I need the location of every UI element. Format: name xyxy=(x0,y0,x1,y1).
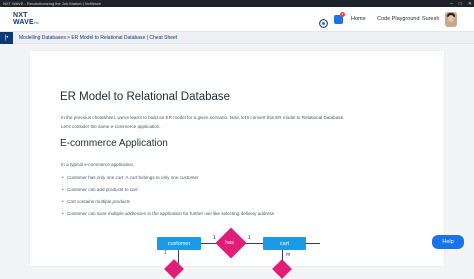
menu-icon: |• xyxy=(4,35,9,41)
er-diagram: customer has cart 1 1 1 m xyxy=(150,227,320,279)
entity-cart: cart xyxy=(263,237,306,250)
top-navigation: NXT WAVETM 1 Home Code Playground Suresh xyxy=(0,7,474,32)
section-intro: In a typical e-commerce application, xyxy=(61,162,135,167)
maximize-button[interactable]: □ xyxy=(459,1,462,7)
window-titlebar: NXT WAVE - Revolutionizing the Job Marke… xyxy=(0,0,474,7)
cardinality-customer-down: 1 xyxy=(164,250,167,256)
cardinality-right: 1 xyxy=(248,235,251,241)
sidebar-toggle-button[interactable]: |• xyxy=(0,32,13,44)
intro-text-2: Let's consider the same e-commerce appli… xyxy=(61,124,161,129)
minimize-button[interactable]: – xyxy=(450,1,453,7)
cardinality-left: 1 xyxy=(213,235,216,241)
entity-customer: customer xyxy=(157,237,201,250)
nav-code-playground-link[interactable]: Code Playground xyxy=(377,16,420,22)
list-item: Customer can add products to cart xyxy=(62,187,274,199)
relationship-lower-left xyxy=(164,259,184,279)
breadcrumb[interactable]: Modelling Databases > ER Model to Relati… xyxy=(19,35,177,41)
list-item: Customer has only one cart. A cart belon… xyxy=(62,175,274,187)
relationship-lower-right xyxy=(272,259,292,279)
intro-text: In the previous cheatsheet, we've learnt… xyxy=(61,115,345,120)
bell-icon[interactable] xyxy=(319,15,328,28)
list-item: Cart contains multiple products xyxy=(62,199,274,211)
list-item: Customer can save multiple addresses in … xyxy=(62,211,274,223)
help-button[interactable]: Help xyxy=(432,235,464,249)
nxtwave-logo[interactable]: NXT WAVETM xyxy=(13,12,39,27)
cardinality-cart-down: m xyxy=(286,252,291,258)
relationship-label: has xyxy=(225,240,234,246)
avatar[interactable] xyxy=(445,12,457,27)
nav-home-link[interactable]: Home xyxy=(351,16,366,22)
breadcrumb-bar: |• Modelling Databases > ER Model to Rel… xyxy=(0,32,474,44)
window-title: NXT WAVE - Revolutionizing the Job Marke… xyxy=(3,1,101,6)
close-button[interactable]: ✕ xyxy=(468,1,472,7)
window-controls: – □ ✕ xyxy=(450,0,472,7)
page-title: ER Model to Relational Database xyxy=(60,91,231,103)
notification-badge: 1 xyxy=(340,12,345,17)
requirements-list: Customer has only one cart. A cart belon… xyxy=(62,175,274,223)
section-title: E-commerce Application xyxy=(60,138,168,149)
user-name[interactable]: Suresh xyxy=(422,16,439,22)
